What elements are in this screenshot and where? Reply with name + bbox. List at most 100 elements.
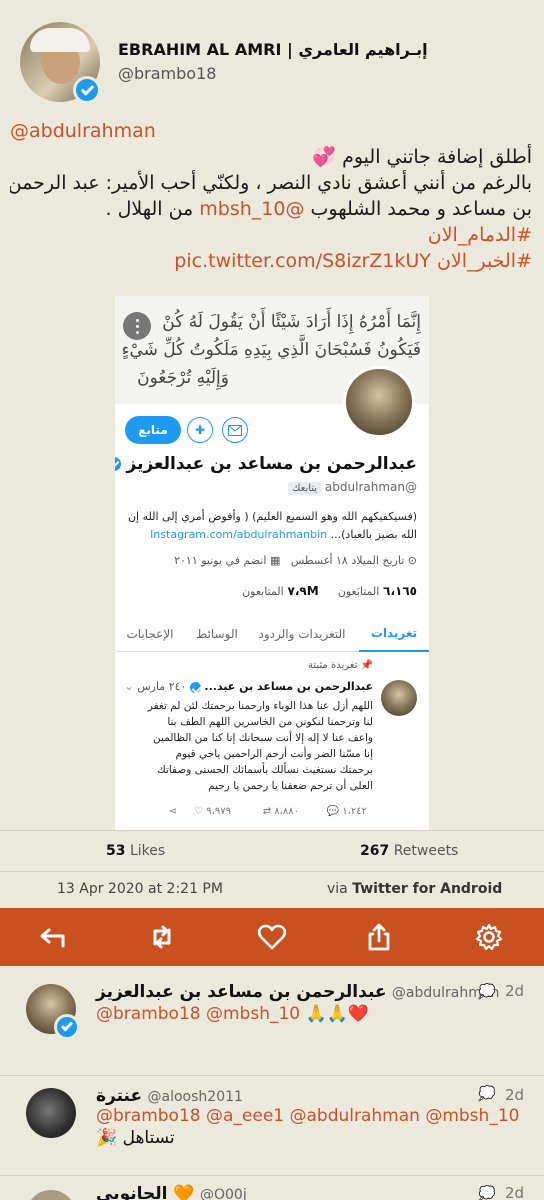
author-verified-badge <box>73 76 101 104</box>
conversation-icon: 💭 <box>478 1186 496 1200</box>
followers-count[interactable]: ٧،٩M <box>288 584 319 598</box>
tweet-line-3-post: من الهلال . <box>105 198 200 220</box>
share-icon <box>368 923 390 951</box>
profile-counts-row: ٦،١٦٥ المتابَعون ٧،٩M المتابعون <box>242 584 417 598</box>
profile-verified-icon <box>115 457 121 471</box>
banner-text-3: وَإِلَيْهِ تُرْجَعُونَ <box>137 368 229 388</box>
tweet-hashtag-dammam[interactable]: #الدمام_الان <box>10 222 532 248</box>
pinned-avatar[interactable] <box>381 680 417 716</box>
tab-tweets[interactable]: تغريدات <box>359 616 429 652</box>
pinned-date: ٢٤٠ مارس <box>137 680 187 693</box>
client-name[interactable]: Twitter for Android <box>352 881 502 897</box>
profile-tabs: تغريدات التغريدات والردود الوسائط الإعجا… <box>115 616 429 652</box>
reply-mentions[interactable]: @brambo18 @a_eee1 @abdulrahman @mbsh_10 <box>96 1106 519 1126</box>
pinned-verified-icon <box>189 681 201 693</box>
reply-avatar[interactable] <box>26 1088 76 1138</box>
engagement-stats: 53 Likes 267 Retweets <box>0 830 544 872</box>
reply-avatar[interactable] <box>26 1190 76 1200</box>
author-name[interactable]: EBRAHIM AL AMRI | إبـراهيم العامري <box>118 40 428 59</box>
follows-you-badge: يتابعك <box>288 482 322 495</box>
tweet-line-3-pre: بن مساعد و محمد الشلهوب <box>304 198 533 220</box>
message-icon[interactable] <box>222 417 248 443</box>
reply-time: 2d <box>505 982 525 1000</box>
tweet-media-image[interactable]: إِنَّمَا أَمْرُهُ إِذَا أَرَادَ شَيْئًا … <box>115 296 429 830</box>
likes-stat[interactable]: 53 Likes <box>106 843 165 859</box>
profile-avatar[interactable] <box>343 366 415 438</box>
pinned-text-line: برحمتك نستغيث نسألك بأسمائك الحسنى وصفات… <box>157 764 373 776</box>
reply-header: عبدالرحمن بن مساعد بن عبدالعزيز @abdulra… <box>96 982 499 1002</box>
profile-bio-link[interactable]: Instagram.com/abdulrahmanbin <box>150 528 327 541</box>
gear-icon <box>475 923 503 951</box>
reply-button[interactable] <box>37 922 67 952</box>
following-count[interactable]: ٦،١٦٥ <box>383 584 417 598</box>
tab-tweets-replies[interactable]: التغريدات والردود <box>247 616 357 652</box>
reply-item[interactable]: عبدالرحمن بن مساعد بن عبدالعزيز @abdulra… <box>0 966 544 1076</box>
reply-time: 2d <box>505 1086 525 1104</box>
profile-bio-1: (فسيكفيكهم الله وهو السميع العليم) ( وأف… <box>127 510 417 523</box>
following-label: المتابَعون <box>337 585 380 598</box>
share-icon[interactable]: ⋖ <box>169 806 177 817</box>
notifications-bell-icon[interactable]: ✚ <box>187 417 213 443</box>
pinned-text-line: لنا وترحمنا لنكونن من الخاسرين اللهم الط… <box>167 716 373 728</box>
like-button[interactable] <box>257 922 287 952</box>
chevron-down-icon[interactable]: ⌄ <box>124 680 133 693</box>
retweet-count[interactable]: ⇄ ٨،٨٨٠ <box>263 806 299 817</box>
more-options-icon[interactable] <box>123 312 151 340</box>
tweet-line-2: بالرغم من أنني أعشق نادي النصر ، ولكنّي … <box>10 172 532 194</box>
retweet-button[interactable] <box>147 922 177 952</box>
share-button[interactable] <box>364 922 394 952</box>
tab-likes[interactable]: الإعجابات <box>115 616 185 652</box>
tweet-timestamp: 13 Apr 2020 at 2:21 PM <box>57 881 223 897</box>
calendar-icon: ▦ <box>269 554 281 567</box>
pinned-text-line: العلى أن ترحم ضعفنا يا رحمن يا رحيم <box>208 780 373 792</box>
tweet-media-link[interactable]: pic.twitter.com/S8izrZ1kUY <box>174 250 431 272</box>
author-handle[interactable]: @brambo18 <box>118 64 216 83</box>
tweet-line-1: أطلق إضافة جاتني اليوم 💞 <box>312 146 532 168</box>
author-avatar-headscarf <box>30 28 90 52</box>
reply-name[interactable]: عبدالرحمن بن مساعد بن عبدالعزيز <box>96 982 387 1002</box>
pin-icon: 📌 <box>360 660 373 671</box>
pinned-text-line: واعف عنا لا إله إلا أنت سبحانك إنا كنا م… <box>152 732 373 744</box>
reply-text: 🎉 تستاهل <box>96 1128 175 1148</box>
reply-header: عنترة @aloosh2011 <box>96 1086 243 1106</box>
followers-label: المتابعون <box>242 585 284 598</box>
reply-mentions[interactable]: @brambo18 @mbsh_10 <box>96 1004 300 1024</box>
reply-handle[interactable]: @aloosh2011 <box>148 1089 243 1105</box>
banner-text-1: إِنَّمَا أَمْرُهُ إِذَا أَرَادَ شَيْئًا … <box>162 312 421 332</box>
heart-icon <box>257 924 287 950</box>
conversation-icon: 💭 <box>478 1086 496 1102</box>
profile-bio-text: الله بصيز بالعباد)... <box>330 528 417 541</box>
tab-media[interactable]: الوسائط <box>187 616 247 652</box>
following-button[interactable]: متابع <box>125 416 181 444</box>
reply-emoji: 🙏🙏❤️ <box>305 1004 370 1024</box>
reply-item[interactable]: عنترة @aloosh2011 💭 2d @brambo18 @a_eee1… <box>0 1076 544 1176</box>
pinned-actions: 💬 ١،٢٤٢ ⇄ ٨،٨٨٠ ♡ ٩،٩٧٩ ⋖ <box>115 804 429 824</box>
settings-button[interactable] <box>474 922 504 952</box>
like-count[interactable]: ♡ ٩،٩٧٩ <box>194 806 231 817</box>
pinned-text: اللهم أزل عنا هذا الوباء وارحمنا برحمتك … <box>123 698 373 794</box>
reply-verified-icon <box>54 1014 80 1040</box>
reply-count[interactable]: 💬 ١،٢٤٢ <box>327 806 367 817</box>
banner-text-2: فَيَكُونُ فَسُبْحَانَ الَّذِي بِيَدِهِ م… <box>121 340 421 360</box>
tweet-mention-mbsh[interactable]: @mbsh_10 <box>199 198 304 220</box>
conversation-icon: 💭 <box>478 984 496 1000</box>
reply-text: @brambo18 @mbsh_10 🙏🙏❤️ <box>96 1004 369 1024</box>
retweet-icon <box>153 925 171 949</box>
profile-bio-2: الله بصيز بالعباد)... Instagram.com/abdu… <box>150 528 417 541</box>
retweets-stat[interactable]: 267 Retweets <box>360 843 458 859</box>
reply-item[interactable]: الحانوبي 🧡 @O00j 💭 2d <box>0 1176 544 1200</box>
reply-name[interactable]: الحانوبي 🧡 <box>96 1184 195 1200</box>
profile-meta-row: ⊙ تاريخ الميلاد ١٨ أغسطس ▦ انضم في يونيو… <box>174 554 417 567</box>
pinned-label: تغريدة مثبتة <box>308 660 358 671</box>
reply-header: الحانوبي 🧡 @O00j <box>96 1184 247 1200</box>
reply-handle[interactable]: @O00j <box>200 1187 247 1200</box>
profile-name-text: عبدالرحمن بن مساعد بن عبدالعزيز <box>126 454 418 474</box>
pinned-name: عبدالرحمن بن مساعد بن عبد... <box>204 680 373 693</box>
tweet-hashtag-khobar[interactable]: #الخبر_الان <box>437 250 532 272</box>
profile-joined: انضم في يونيو ٢٠١١ <box>174 554 267 567</box>
pinned-header: عبدالرحمن بن مساعد بن عبد... ٢٤٠ مارس ⌄ <box>124 680 373 693</box>
tweet-mention[interactable]: @abdulrahman <box>10 118 532 144</box>
reply-name[interactable]: عنترة <box>96 1086 142 1106</box>
profile-birth: تاريخ الميلاد ١٨ أغسطس <box>290 554 405 567</box>
pinned-text-line: اللهم أزل عنا هذا الوباء وارحمنا برحمتك … <box>147 700 373 712</box>
